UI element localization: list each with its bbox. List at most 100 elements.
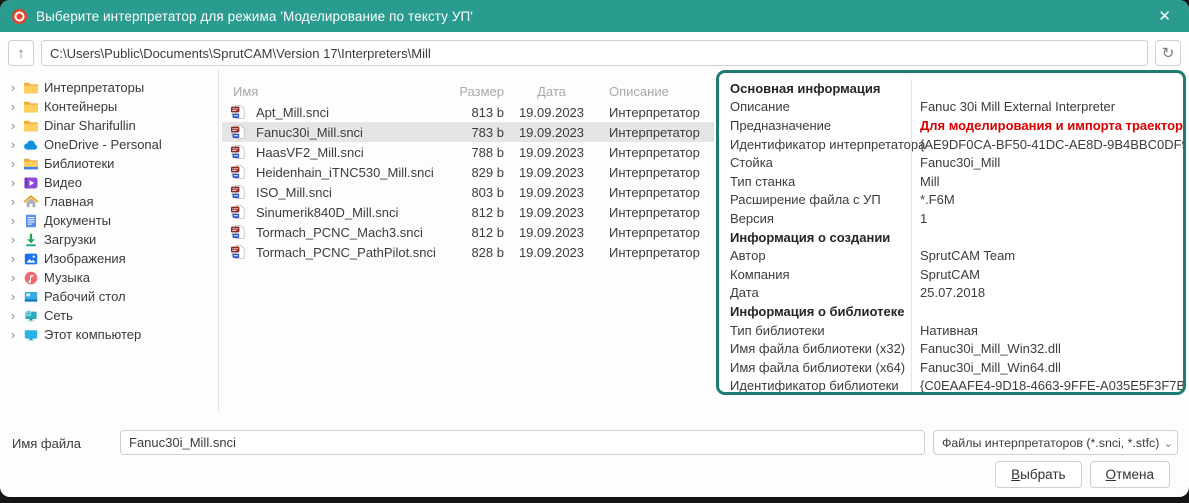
interpreter-file-icon (230, 144, 246, 160)
file-name: Fanuc30i_Mill.snci (256, 125, 456, 140)
sidebar-item-1[interactable]: ›Интерпретаторы (8, 78, 214, 97)
info-label: Информация о создании (719, 230, 911, 245)
sidebar-item-label: Загрузки (44, 232, 96, 247)
sidebar-item-8[interactable]: ›Документы (8, 211, 214, 230)
column-desc[interactable]: Описание (599, 84, 714, 99)
sidebar-item-label: Видео (44, 175, 82, 190)
chevron-right-icon[interactable]: › (8, 195, 18, 208)
sidebar-item-9[interactable]: › Загрузки (8, 230, 214, 249)
desktop-icon (23, 289, 39, 305)
file-name: Sinumerik840D_Mill.snci (256, 205, 456, 220)
chevron-right-icon[interactable]: › (8, 119, 18, 132)
app-icon (12, 9, 27, 24)
sidebar-item-2[interactable]: ›Контейнеры (8, 97, 214, 116)
interpreter-file-icon (230, 184, 246, 200)
picture-icon (23, 251, 39, 267)
chevron-right-icon[interactable]: › (8, 81, 18, 94)
file-size: 813 b (456, 105, 504, 120)
sidebar-item-10[interactable]: › Изображения (8, 249, 214, 268)
folder-icon (23, 99, 39, 115)
column-size[interactable]: Размер (456, 84, 504, 99)
chevron-right-icon[interactable]: › (8, 252, 18, 265)
chevron-right-icon[interactable]: › (8, 138, 18, 151)
info-value: Fanuc30i_Mill (911, 153, 1183, 172)
filetype-value: Файлы интерпретаторов (*.snci, *.stfc) (942, 436, 1159, 450)
sidebar-item-12[interactable]: ›Рабочий стол (8, 287, 214, 306)
info-label: Имя файла библиотеки (x32) (719, 341, 911, 356)
filetype-dropdown[interactable]: Файлы интерпретаторов (*.snci, *.stfc) ⌄ (933, 430, 1178, 455)
info-value: SprutCAM Team (911, 246, 1183, 265)
info-label: Идентификатор библиотеки (719, 378, 911, 393)
chevron-right-icon[interactable]: › (8, 328, 18, 341)
sidebar-item-11[interactable]: ›Музыка (8, 268, 214, 287)
titlebar: Выберите интерпретатор для режима 'Модел… (0, 0, 1189, 32)
info-value: {AE9DF0CA-BF50-41DC-AE8D-9B4BBC0DF9BB} (911, 135, 1186, 154)
cancel-button[interactable]: Отмена (1090, 461, 1170, 488)
chevron-right-icon[interactable]: › (8, 100, 18, 113)
sidebar-item-4[interactable]: ›OneDrive - Personal (8, 135, 214, 154)
file-date: 19.09.2023 (504, 185, 599, 200)
interpreter-file-icon (230, 204, 246, 220)
info-value: SprutCAM (911, 265, 1183, 284)
sidebar-item-label: Главная (44, 194, 93, 209)
file-description: Интерпретатор (599, 145, 714, 160)
chevron-right-icon[interactable]: › (8, 271, 18, 284)
filename-label: Имя файла (12, 436, 81, 451)
sidebar-item-label: Изображения (44, 251, 126, 266)
info-value: Нативная (911, 321, 1183, 340)
file-name: Tormach_PCNC_PathPilot.snci (256, 245, 456, 260)
file-size: 788 b (456, 145, 504, 160)
file-row[interactable]: HaasVF2_Mill.snci788 b19.09.2023Интерпре… (222, 142, 714, 162)
sidebar-item-13[interactable]: › Сеть (8, 306, 214, 325)
info-value: Fanuc30i_Mill_Win32.dll (911, 339, 1183, 358)
info-label: Тип библиотеки (719, 323, 911, 338)
file-row[interactable]: Apt_Mill.snci813 b19.09.2023Интерпретато… (222, 102, 714, 122)
chevron-right-icon[interactable]: › (8, 214, 18, 227)
chevron-right-icon[interactable]: › (8, 290, 18, 303)
file-row[interactable]: Heidenhain_iTNC530_Mill.snci829 b19.09.2… (222, 162, 714, 182)
file-date: 19.09.2023 (504, 205, 599, 220)
chevron-right-icon[interactable]: › (8, 309, 18, 322)
file-row[interactable]: Tormach_PCNC_Mach3.snci812 b19.09.2023Ин… (222, 222, 714, 242)
file-size: 812 b (456, 225, 504, 240)
chevron-right-icon[interactable]: › (8, 176, 18, 189)
file-row[interactable]: Fanuc30i_Mill.snci783 b19.09.2023Интерпр… (222, 122, 714, 142)
up-arrow-icon: ↑ (17, 45, 25, 62)
column-date[interactable]: Дата (504, 84, 599, 99)
file-description: Интерпретатор (599, 105, 714, 120)
info-row: Идентификатор библиотеки{C0EAAFE4-9D18-4… (719, 377, 1183, 396)
dialog-buttons: Выбрать Отмена (995, 461, 1170, 488)
chevron-right-icon[interactable]: › (8, 233, 18, 246)
network-icon (23, 308, 39, 324)
file-row[interactable]: ISO_Mill.snci803 b19.09.2023Интерпретато… (222, 182, 714, 202)
path-input[interactable] (41, 40, 1148, 66)
info-section-header: Информация о создании (719, 228, 1183, 247)
sidebar-item-label: Сеть (44, 308, 73, 323)
info-label: Расширение файла с УП (719, 192, 911, 207)
sidebar-item-6[interactable]: › Видео (8, 173, 214, 192)
cloud-icon (23, 137, 39, 153)
sidebar-item-3[interactable]: › Dinar Sharifullin (8, 116, 214, 135)
info-label: Стойка (719, 155, 911, 170)
chevron-right-icon[interactable]: › (8, 157, 18, 170)
file-row[interactable]: Sinumerik840D_Mill.snci812 b19.09.2023Ин… (222, 202, 714, 222)
file-date: 19.09.2023 (504, 125, 599, 140)
sidebar-item-label: Dinar Sharifullin (44, 118, 136, 133)
close-icon[interactable]: ✕ (1152, 5, 1177, 27)
filename-input[interactable] (120, 430, 925, 455)
sidebar-item-5[interactable]: ›Библиотеки (8, 154, 214, 173)
chevron-down-icon: ⌄ (1159, 436, 1173, 450)
select-button[interactable]: Выбрать (995, 461, 1081, 488)
refresh-button[interactable]: ↻ (1155, 40, 1181, 66)
sidebar-item-14[interactable]: › Этот компьютер (8, 325, 214, 344)
file-name: Apt_Mill.snci (256, 105, 456, 120)
sidebar-item-7[interactable]: › Главная (8, 192, 214, 211)
file-description: Интерпретатор (599, 165, 714, 180)
file-row[interactable]: Tormach_PCNC_PathPilot.snci828 b19.09.20… (222, 242, 714, 262)
info-label: Компания (719, 267, 911, 282)
up-button[interactable]: ↑ (8, 40, 34, 66)
info-value (911, 79, 1183, 98)
sidebar-item-label: Этот компьютер (44, 327, 141, 342)
column-name[interactable]: Имя (230, 84, 456, 99)
folder-icon (23, 80, 39, 96)
